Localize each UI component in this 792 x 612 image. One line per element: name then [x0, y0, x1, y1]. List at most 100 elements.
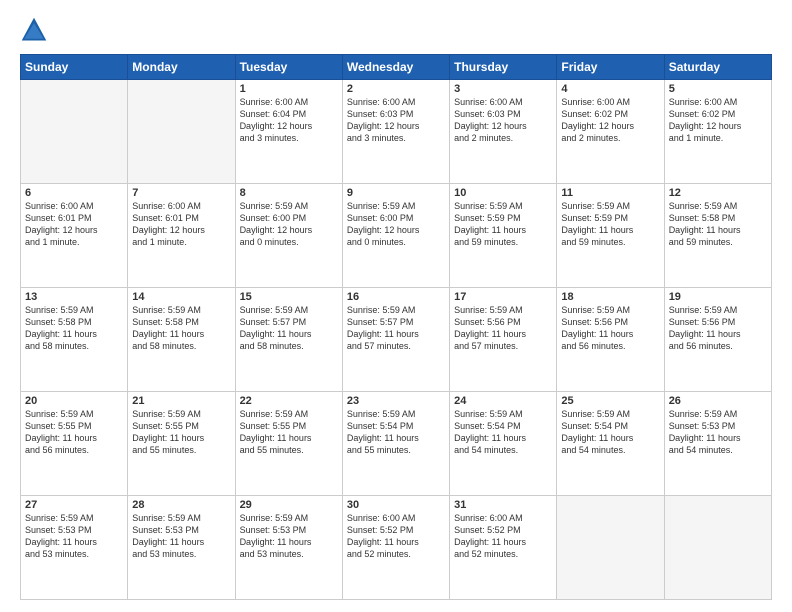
day-number: 1 [240, 83, 338, 95]
calendar-cell [128, 80, 235, 184]
day-number: 16 [347, 291, 445, 303]
day-number: 21 [132, 395, 230, 407]
day-number: 30 [347, 499, 445, 511]
day-number: 10 [454, 187, 552, 199]
calendar-cell: 30Sunrise: 6:00 AM Sunset: 5:52 PM Dayli… [342, 496, 449, 600]
day-info: Sunrise: 5:59 AM Sunset: 6:00 PM Dayligh… [240, 200, 338, 249]
calendar-cell: 5Sunrise: 6:00 AM Sunset: 6:02 PM Daylig… [664, 80, 771, 184]
day-info: Sunrise: 5:59 AM Sunset: 6:00 PM Dayligh… [347, 200, 445, 249]
day-info: Sunrise: 5:59 AM Sunset: 5:55 PM Dayligh… [240, 408, 338, 457]
header [20, 16, 772, 44]
day-info: Sunrise: 6:00 AM Sunset: 5:52 PM Dayligh… [454, 512, 552, 561]
day-info: Sunrise: 6:00 AM Sunset: 6:03 PM Dayligh… [347, 96, 445, 145]
day-number: 14 [132, 291, 230, 303]
day-header-monday: Monday [128, 55, 235, 80]
day-number: 23 [347, 395, 445, 407]
day-info: Sunrise: 5:59 AM Sunset: 5:58 PM Dayligh… [25, 304, 123, 353]
calendar-cell: 23Sunrise: 5:59 AM Sunset: 5:54 PM Dayli… [342, 392, 449, 496]
day-number: 6 [25, 187, 123, 199]
day-number: 5 [669, 83, 767, 95]
day-number: 2 [347, 83, 445, 95]
day-number: 28 [132, 499, 230, 511]
day-number: 13 [25, 291, 123, 303]
day-info: Sunrise: 6:00 AM Sunset: 5:52 PM Dayligh… [347, 512, 445, 561]
calendar-cell: 17Sunrise: 5:59 AM Sunset: 5:56 PM Dayli… [450, 288, 557, 392]
day-number: 27 [25, 499, 123, 511]
day-info: Sunrise: 5:59 AM Sunset: 5:58 PM Dayligh… [669, 200, 767, 249]
day-info: Sunrise: 6:00 AM Sunset: 6:04 PM Dayligh… [240, 96, 338, 145]
day-info: Sunrise: 6:00 AM Sunset: 6:03 PM Dayligh… [454, 96, 552, 145]
calendar-cell: 13Sunrise: 5:59 AM Sunset: 5:58 PM Dayli… [21, 288, 128, 392]
day-number: 3 [454, 83, 552, 95]
day-number: 31 [454, 499, 552, 511]
calendar-cell: 2Sunrise: 6:00 AM Sunset: 6:03 PM Daylig… [342, 80, 449, 184]
logo [20, 16, 52, 44]
calendar-cell: 27Sunrise: 5:59 AM Sunset: 5:53 PM Dayli… [21, 496, 128, 600]
calendar-cell: 14Sunrise: 5:59 AM Sunset: 5:58 PM Dayli… [128, 288, 235, 392]
calendar-cell: 21Sunrise: 5:59 AM Sunset: 5:55 PM Dayli… [128, 392, 235, 496]
day-info: Sunrise: 5:59 AM Sunset: 5:55 PM Dayligh… [132, 408, 230, 457]
day-number: 17 [454, 291, 552, 303]
calendar-week-3: 20Sunrise: 5:59 AM Sunset: 5:55 PM Dayli… [21, 392, 772, 496]
day-number: 4 [561, 83, 659, 95]
day-header-saturday: Saturday [664, 55, 771, 80]
calendar-cell: 4Sunrise: 6:00 AM Sunset: 6:02 PM Daylig… [557, 80, 664, 184]
day-info: Sunrise: 5:59 AM Sunset: 5:56 PM Dayligh… [454, 304, 552, 353]
day-info: Sunrise: 5:59 AM Sunset: 5:56 PM Dayligh… [561, 304, 659, 353]
day-info: Sunrise: 5:59 AM Sunset: 5:54 PM Dayligh… [454, 408, 552, 457]
day-header-friday: Friday [557, 55, 664, 80]
calendar-week-2: 13Sunrise: 5:59 AM Sunset: 5:58 PM Dayli… [21, 288, 772, 392]
day-header-tuesday: Tuesday [235, 55, 342, 80]
day-info: Sunrise: 5:59 AM Sunset: 5:58 PM Dayligh… [132, 304, 230, 353]
day-number: 25 [561, 395, 659, 407]
day-number: 20 [25, 395, 123, 407]
day-number: 15 [240, 291, 338, 303]
calendar-cell: 10Sunrise: 5:59 AM Sunset: 5:59 PM Dayli… [450, 184, 557, 288]
day-info: Sunrise: 5:59 AM Sunset: 5:59 PM Dayligh… [454, 200, 552, 249]
calendar-week-4: 27Sunrise: 5:59 AM Sunset: 5:53 PM Dayli… [21, 496, 772, 600]
day-info: Sunrise: 5:59 AM Sunset: 5:57 PM Dayligh… [240, 304, 338, 353]
day-info: Sunrise: 5:59 AM Sunset: 5:59 PM Dayligh… [561, 200, 659, 249]
calendar-cell: 25Sunrise: 5:59 AM Sunset: 5:54 PM Dayli… [557, 392, 664, 496]
day-info: Sunrise: 5:59 AM Sunset: 5:53 PM Dayligh… [25, 512, 123, 561]
day-number: 9 [347, 187, 445, 199]
calendar-table: SundayMondayTuesdayWednesdayThursdayFrid… [20, 54, 772, 600]
calendar-cell: 16Sunrise: 5:59 AM Sunset: 5:57 PM Dayli… [342, 288, 449, 392]
calendar-cell: 19Sunrise: 5:59 AM Sunset: 5:56 PM Dayli… [664, 288, 771, 392]
calendar-cell: 22Sunrise: 5:59 AM Sunset: 5:55 PM Dayli… [235, 392, 342, 496]
day-number: 12 [669, 187, 767, 199]
calendar-cell: 1Sunrise: 6:00 AM Sunset: 6:04 PM Daylig… [235, 80, 342, 184]
day-info: Sunrise: 5:59 AM Sunset: 5:55 PM Dayligh… [25, 408, 123, 457]
day-number: 24 [454, 395, 552, 407]
day-info: Sunrise: 6:00 AM Sunset: 6:01 PM Dayligh… [25, 200, 123, 249]
calendar-cell: 11Sunrise: 5:59 AM Sunset: 5:59 PM Dayli… [557, 184, 664, 288]
day-number: 18 [561, 291, 659, 303]
calendar-cell: 18Sunrise: 5:59 AM Sunset: 5:56 PM Dayli… [557, 288, 664, 392]
logo-icon [20, 16, 48, 44]
calendar-cell: 31Sunrise: 6:00 AM Sunset: 5:52 PM Dayli… [450, 496, 557, 600]
day-info: Sunrise: 6:00 AM Sunset: 6:01 PM Dayligh… [132, 200, 230, 249]
calendar-week-1: 6Sunrise: 6:00 AM Sunset: 6:01 PM Daylig… [21, 184, 772, 288]
day-header-wednesday: Wednesday [342, 55, 449, 80]
day-number: 7 [132, 187, 230, 199]
day-number: 11 [561, 187, 659, 199]
day-number: 26 [669, 395, 767, 407]
day-info: Sunrise: 5:59 AM Sunset: 5:53 PM Dayligh… [240, 512, 338, 561]
day-info: Sunrise: 5:59 AM Sunset: 5:53 PM Dayligh… [132, 512, 230, 561]
calendar-cell [664, 496, 771, 600]
calendar-cell [557, 496, 664, 600]
day-header-sunday: Sunday [21, 55, 128, 80]
day-info: Sunrise: 5:59 AM Sunset: 5:56 PM Dayligh… [669, 304, 767, 353]
day-number: 29 [240, 499, 338, 511]
day-info: Sunrise: 6:00 AM Sunset: 6:02 PM Dayligh… [669, 96, 767, 145]
day-info: Sunrise: 5:59 AM Sunset: 5:54 PM Dayligh… [347, 408, 445, 457]
page: SundayMondayTuesdayWednesdayThursdayFrid… [0, 0, 792, 612]
day-number: 19 [669, 291, 767, 303]
calendar-cell: 20Sunrise: 5:59 AM Sunset: 5:55 PM Dayli… [21, 392, 128, 496]
calendar-cell: 7Sunrise: 6:00 AM Sunset: 6:01 PM Daylig… [128, 184, 235, 288]
day-header-thursday: Thursday [450, 55, 557, 80]
calendar-cell: 15Sunrise: 5:59 AM Sunset: 5:57 PM Dayli… [235, 288, 342, 392]
calendar-cell: 6Sunrise: 6:00 AM Sunset: 6:01 PM Daylig… [21, 184, 128, 288]
day-number: 8 [240, 187, 338, 199]
calendar-cell: 8Sunrise: 5:59 AM Sunset: 6:00 PM Daylig… [235, 184, 342, 288]
